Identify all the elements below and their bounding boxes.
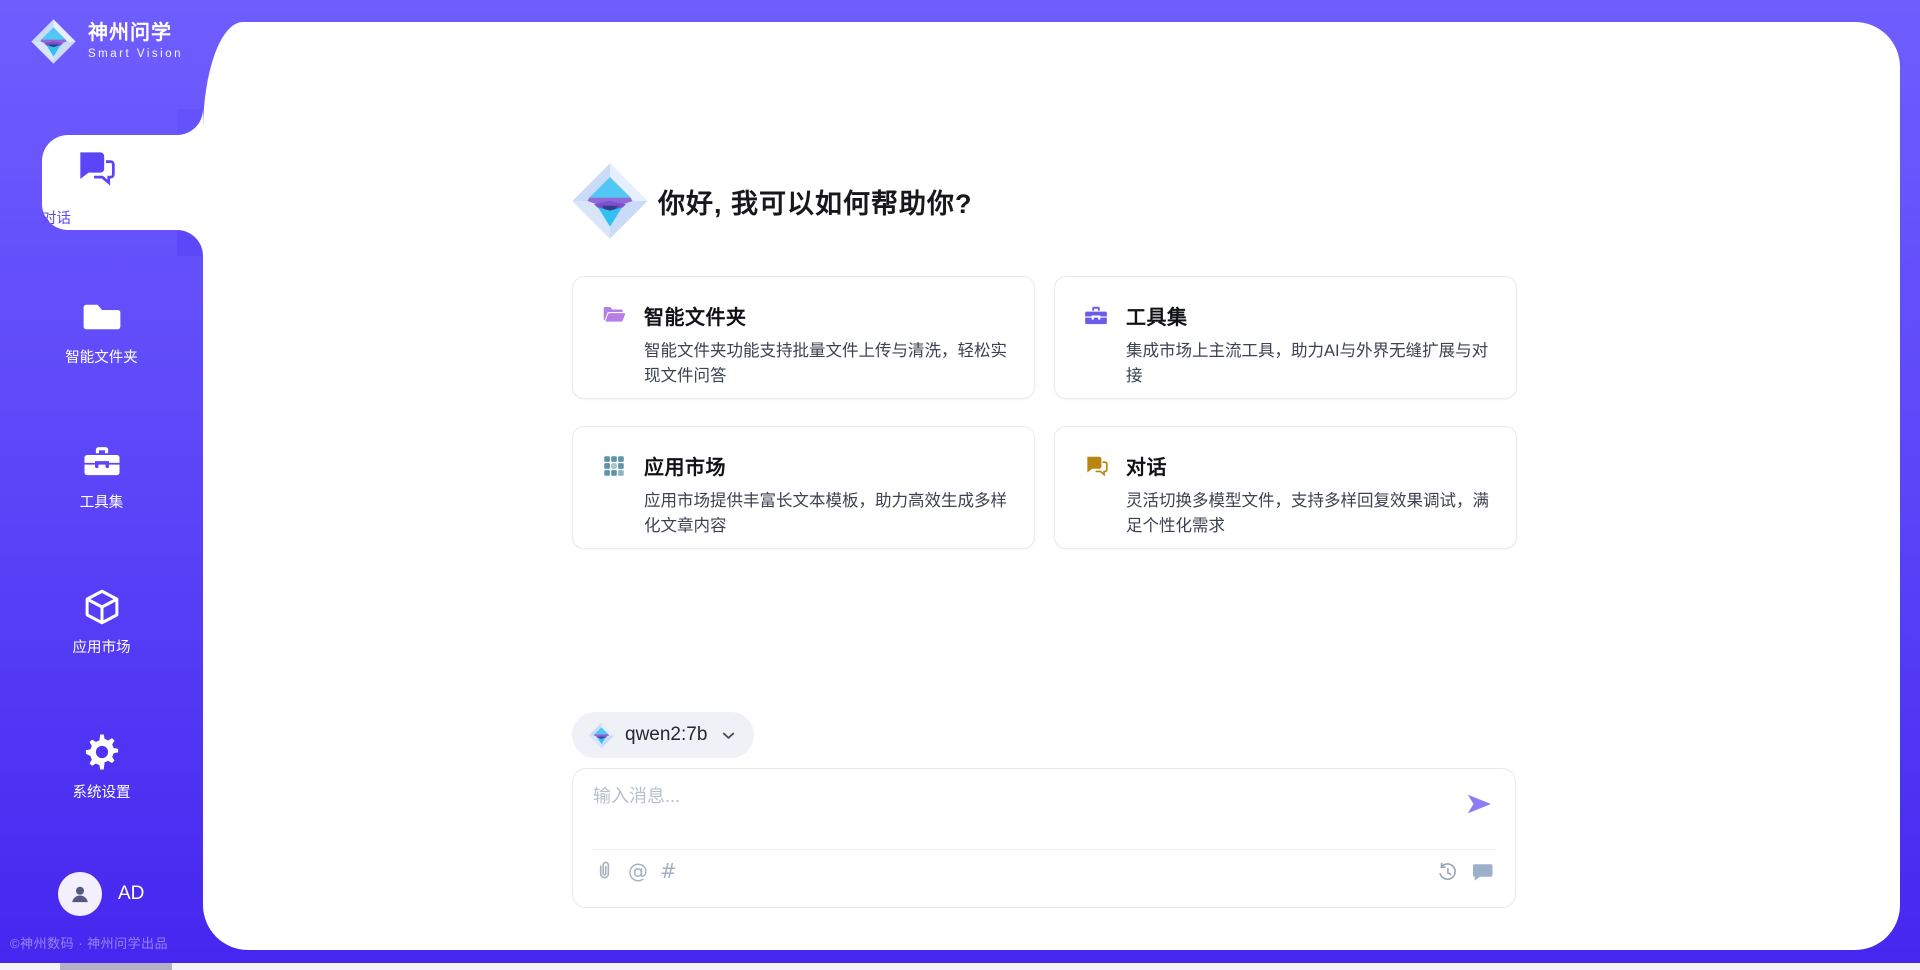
model-name: qwen2:7b <box>625 724 707 746</box>
sidebar-item-app-market[interactable]: 应用市场 <box>0 586 203 657</box>
tab-fillet-bottom <box>177 230 203 256</box>
card-smart-folder[interactable]: 智能文件夹 智能文件夹功能支持批量文件上传与清洗，轻松实现文件问答 <box>572 276 1035 399</box>
card-head: 对话 <box>1083 451 1492 480</box>
brand-name: 神州问学 <box>88 23 183 43</box>
card-chat[interactable]: 对话 灵活切换多模型文件，支持多样回复效果调试，满足个性化需求 <box>1054 426 1517 549</box>
horizontal-scrollbar <box>0 963 1920 970</box>
card-description: 应用市场提供丰富长文本模板，助力高效生成多样化文章内容 <box>644 489 1010 539</box>
card-head: 工具集 <box>1083 301 1492 330</box>
card-head: 应用市场 <box>601 451 1010 480</box>
user-initials: AD <box>118 883 144 905</box>
paperclip-icon <box>593 859 616 882</box>
chat-bubble-icon <box>1470 859 1495 884</box>
sidebar-item-toolset[interactable]: 工具集 <box>0 441 203 512</box>
brand: 神州问学 Smart Vision <box>30 18 183 65</box>
brand-diamond-icon <box>30 18 77 65</box>
card-description: 灵活切换多模型文件，支持多样回复效果调试，满足个性化需求 <box>1126 489 1492 539</box>
card-title: 智能文件夹 <box>644 301 747 330</box>
send-button[interactable] <box>1463 789 1495 821</box>
sidebar-item-label: 对话 <box>42 207 148 228</box>
tab-fillet-top <box>177 109 203 135</box>
copyright-text: ©神州数码 · 神州问学出品 <box>10 933 168 952</box>
brand-text: 神州问学 Smart Vision <box>88 23 183 61</box>
card-title: 应用市场 <box>644 451 726 480</box>
card-title: 对话 <box>1126 451 1167 480</box>
chat-bubble-button[interactable] <box>1470 859 1495 884</box>
chevron-down-icon <box>719 726 738 745</box>
sidebar-item-label: 智能文件夹 <box>0 346 203 367</box>
message-composer: @ # <box>572 768 1516 908</box>
send-icon <box>1464 789 1494 819</box>
attach-file-button[interactable] <box>593 859 616 882</box>
toolbox-icon <box>1083 303 1109 329</box>
feature-cards: 智能文件夹 智能文件夹功能支持批量文件上传与清洗，轻松实现文件问答 工具集 集成… <box>572 276 1517 549</box>
brand-diamond-icon <box>570 161 650 241</box>
composer-toolbar-right <box>1436 859 1495 884</box>
gear-icon <box>81 731 123 773</box>
model-selector[interactable]: qwen2:7b <box>572 712 754 758</box>
avatar <box>58 872 102 916</box>
at-icon: @ <box>628 860 648 882</box>
card-app-market[interactable]: 应用市场 应用市场提供丰富长文本模板，助力高效生成多样化文章内容 <box>572 426 1035 549</box>
history-icon <box>1436 860 1459 883</box>
main-content-panel: 你好, 我可以如何帮助你? 智能文件夹 智能文件夹功能支持批量文件上传与清洗，轻… <box>203 22 1900 950</box>
brand-diamond-icon <box>588 722 615 749</box>
scrollbar-thumb[interactable] <box>60 963 172 970</box>
card-head: 智能文件夹 <box>601 301 1010 330</box>
greeting-title: 你好, 我可以如何帮助你? <box>658 182 973 221</box>
sidebar-item-settings[interactable]: 系统设置 <box>0 731 203 802</box>
greeting-row: 你好, 我可以如何帮助你? <box>570 161 973 241</box>
composer-divider <box>591 849 1497 850</box>
brand-subtitle: Smart Vision <box>88 49 183 61</box>
card-description: 智能文件夹功能支持批量文件上传与清洗，轻松实现文件问答 <box>644 339 1010 389</box>
history-button[interactable] <box>1436 860 1459 883</box>
composer-toolbar-left: @ # <box>593 859 677 882</box>
sidebar-item-label: 应用市场 <box>0 636 203 657</box>
grid-icon <box>601 453 627 479</box>
card-description: 集成市场上主流工具，助力AI与外界无缝扩展与对接 <box>1126 339 1492 389</box>
sidebar-item-chat[interactable]: 对话 <box>42 135 210 230</box>
user-account[interactable]: AD <box>58 872 144 916</box>
message-input[interactable] <box>593 782 1443 840</box>
card-toolset[interactable]: 工具集 集成市场上主流工具，助力AI与外界无缝扩展与对接 <box>1054 276 1517 399</box>
topic-button[interactable]: # <box>660 860 677 882</box>
mention-button[interactable]: @ <box>628 860 648 882</box>
cube-icon <box>81 586 123 628</box>
folder-open-icon <box>601 303 627 329</box>
sidebar-item-label: 工具集 <box>0 491 203 512</box>
person-icon <box>67 881 93 907</box>
hash-icon: # <box>660 860 677 882</box>
folder-icon <box>81 296 123 338</box>
sidebar-item-label: 系统设置 <box>0 781 203 802</box>
sidebar: 神州问学 Smart Vision 对话 智能文件夹 工具集 应用市场 系统设置… <box>0 0 203 970</box>
toolbox-icon <box>81 441 123 483</box>
chat-icon <box>1083 453 1109 479</box>
chat-icon <box>73 146 117 190</box>
sidebar-item-smart-folder[interactable]: 智能文件夹 <box>0 296 203 367</box>
card-title: 工具集 <box>1126 301 1188 330</box>
